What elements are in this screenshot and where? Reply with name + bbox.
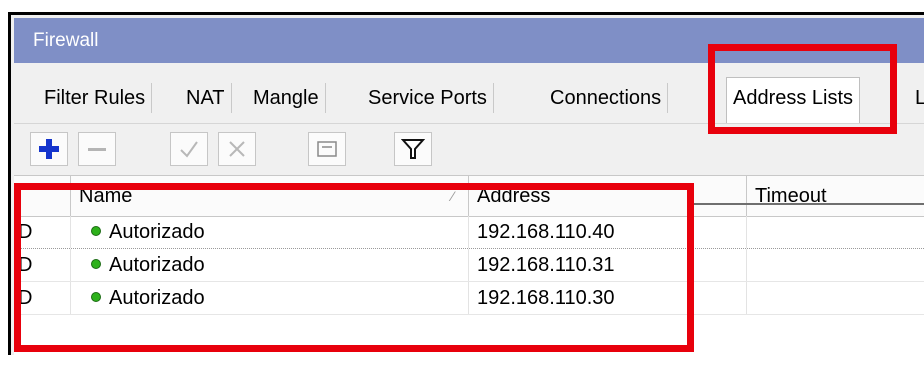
row-timeout bbox=[747, 216, 924, 248]
comment-icon bbox=[317, 141, 337, 157]
tab-service-ports[interactable]: Service Ports bbox=[362, 83, 494, 113]
enable-icon bbox=[180, 141, 198, 158]
disable-icon bbox=[229, 141, 245, 157]
table-divider bbox=[688, 203, 924, 205]
enable-button[interactable] bbox=[170, 132, 208, 166]
window-title: Firewall bbox=[33, 30, 99, 51]
add-button[interactable] bbox=[30, 132, 68, 166]
tab-filter-rules[interactable]: Filter Rules bbox=[38, 83, 153, 113]
filter-icon bbox=[401, 139, 425, 159]
disable-button[interactable] bbox=[218, 132, 256, 166]
comment-button[interactable] bbox=[308, 132, 346, 166]
tab-nat[interactable]: NAT bbox=[180, 83, 232, 113]
remove-button[interactable] bbox=[78, 132, 116, 166]
column-header-timeout[interactable]: Timeout bbox=[747, 176, 924, 216]
tab-layer7[interactable]: L bbox=[909, 83, 924, 113]
row-timeout bbox=[747, 282, 924, 314]
add-icon bbox=[39, 139, 59, 159]
highlight-box-address-lists-tab bbox=[708, 44, 897, 134]
remove-icon bbox=[88, 148, 106, 151]
highlight-box-address-entries bbox=[14, 183, 694, 352]
filter-button[interactable] bbox=[394, 132, 432, 166]
tab-mangle[interactable]: Mangle bbox=[247, 83, 326, 113]
tab-connections[interactable]: Connections bbox=[544, 83, 669, 113]
row-timeout bbox=[747, 249, 924, 281]
